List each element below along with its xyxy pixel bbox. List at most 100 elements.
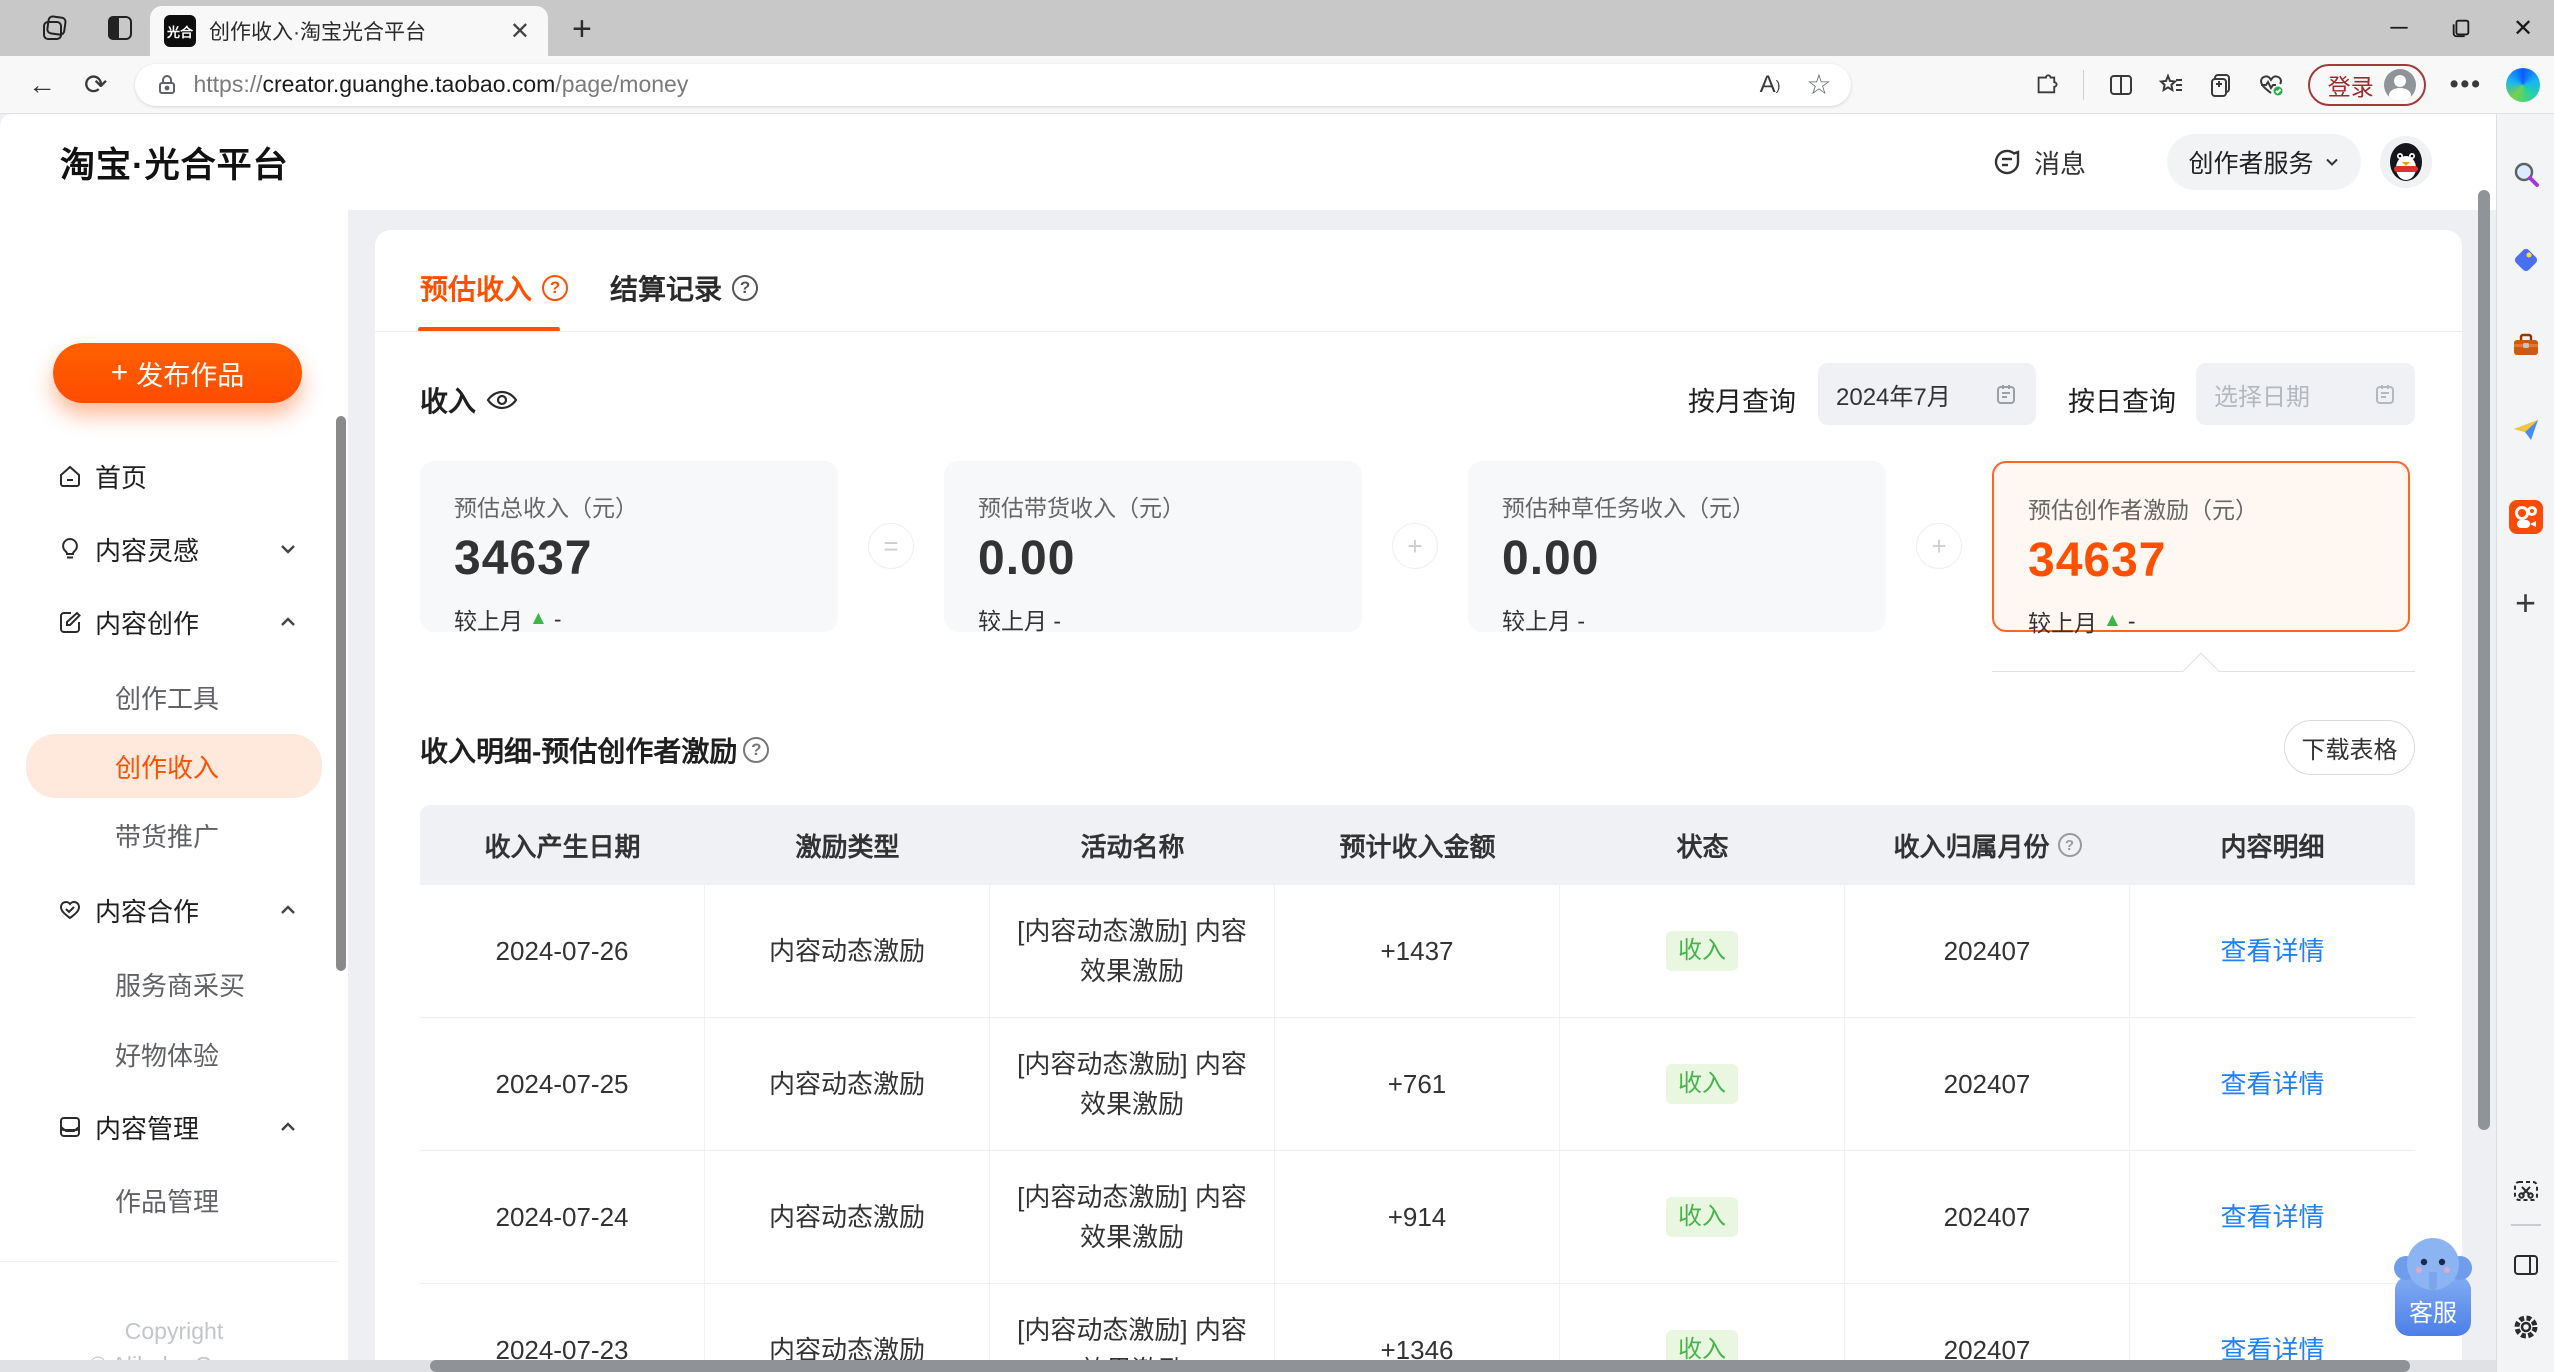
tab-settlement-label: 结算记录 [610,274,723,305]
cell-date: 2024-07-23 [420,1284,705,1372]
compare-label: 较上月 [454,608,523,634]
cell-type: 内容动态激励 [705,1018,990,1150]
cell-status: 收入 [1560,1018,1845,1150]
col-header-month: 收入归属月份? [1845,805,2130,885]
view-detail-link[interactable]: 查看详情 [2220,1064,2324,1104]
col-header-status: 状态 [1676,831,1729,862]
plus-icon: + [110,356,129,389]
income-panel: 预估收入 ? 结算记录 ? 收入 按月查询 2024年7月 按日查询 选择日期 [375,230,2462,1372]
card-title: 预估种草任务收入（元） [1502,495,1755,521]
read-aloud-icon[interactable]: A) [1760,71,1781,99]
address-bar[interactable]: https://creator.guanghe.taobao.com/page/… [135,63,1852,106]
card-creator-incentive[interactable]: 预估创作者激励（元） 34637 较上月 ▲ - [1992,461,2410,636]
help-icon[interactable]: ? [2057,833,2082,857]
site-header: 淘宝·光合平台 消息 创作者服务 [0,114,2496,210]
favorite-star-icon[interactable]: ☆ [1806,68,1831,101]
calendar-icon [2373,382,2397,406]
creator-service-menu[interactable]: 创作者服务 [2167,134,2361,190]
rail-shopping-icon[interactable] [2511,245,2541,275]
page-vertical-scrollbar[interactable] [2478,190,2490,1130]
window-minimize-button[interactable]: ─ [2368,0,2430,56]
card-value: 34637 [454,532,593,585]
sidebar-item-creation[interactable]: 内容创作 [0,590,348,654]
tab-estimated-income[interactable]: 预估收入 ? [420,268,569,308]
customer-service-button[interactable]: 客服 [2392,1232,2474,1338]
compare-label: 较上月 [2028,610,2097,636]
help-icon[interactable]: ? [743,737,770,763]
sidebar-item-management[interactable]: 内容管理 [0,1095,348,1159]
day-query-label: 按日查询 [2068,387,2176,417]
workspaces-icon[interactable] [40,13,70,43]
sidebar-item-cooperation[interactable]: 内容合作 [0,878,348,942]
browser-login-button[interactable]: 登录 [2307,63,2426,106]
help-icon[interactable]: ? [542,275,569,301]
eye-icon[interactable] [486,388,518,412]
back-button[interactable]: ← [14,69,70,101]
rail-panel-icon[interactable] [2511,1250,2541,1280]
refresh-button[interactable]: ⟳ [70,68,121,101]
view-detail-link[interactable]: 查看详情 [2220,1197,2324,1237]
cell-type: 内容动态激励 [705,1284,990,1372]
extensions-icon[interactable] [2033,72,2059,98]
rail-drop-icon[interactable] [2511,415,2541,445]
sidebar-item-inspiration[interactable]: 内容灵感 [0,517,348,581]
page-horizontal-scrollbar[interactable] [430,1360,2410,1372]
sidebar-item-creation-tools[interactable]: 创作工具 [0,665,348,729]
copilot-icon[interactable] [2506,67,2540,102]
tabs-divider [375,331,2462,332]
sidebar-item-promotion[interactable]: 带货推广 [0,803,348,867]
help-icon[interactable]: ? [732,275,759,301]
browser-essentials-icon[interactable] [2258,72,2284,98]
rail-capture-icon[interactable] [2511,1176,2541,1206]
rail-toolbox-icon[interactable] [2511,330,2541,360]
rail-kuaishou-icon[interactable] [2508,500,2543,534]
sidebar-label-creation-income: 创作收入 [115,752,220,783]
split-screen-icon[interactable] [2108,72,2134,98]
table-row: 2024-07-24 内容动态激励 [内容动态激励] 内容效果激励 +914 收… [420,1151,2415,1284]
user-avatar[interactable] [2380,136,2432,188]
favorites-list-icon[interactable] [2158,72,2184,98]
sidebar-item-works-management[interactable]: 作品管理 [0,1168,348,1232]
month-picker[interactable]: 2024年7月 [1818,363,2036,425]
download-table-button[interactable]: 下载表格 [2284,720,2415,775]
lightbulb-icon [57,536,83,562]
sidebar-item-home[interactable]: 首页 [0,444,348,508]
income-table: 收入产生日期 激励类型 活动名称 预计收入金额 状态 收入归属月份? 内容明细 … [420,805,2415,1372]
cell-status: 收入 [1560,1151,1845,1283]
up-arrow-icon: ▲ [529,608,548,629]
site-logo[interactable]: 淘宝·光合平台 [60,114,289,210]
settings-more-icon[interactable]: ••• [2450,70,2482,99]
rail-search-icon[interactable] [2511,160,2541,190]
tab-actions-icon[interactable] [105,13,135,43]
rail-settings-gear-icon[interactable] [2511,1312,2541,1342]
collections-icon[interactable] [2208,72,2234,98]
compare-delta: - [553,605,562,632]
cell-activity: [内容动态激励] 内容效果激励 [990,1284,1275,1372]
publish-work-button[interactable]: + 发布作品 [53,343,302,403]
sidebar-label-works-management: 作品管理 [115,1186,220,1217]
messages-button[interactable]: 消息 [1992,114,2086,210]
day-picker[interactable]: 选择日期 [2196,363,2415,425]
sidebar-scrollbar[interactable] [336,416,346,971]
profile-icon [2383,68,2416,101]
home-icon [57,463,83,489]
cell-date: 2024-07-26 [420,885,705,1017]
window-maximize-button[interactable] [2430,0,2492,56]
detail-section-heading: 收入明细-预估创作者激励 ? [420,730,770,770]
rail-add-icon[interactable]: + [2515,582,2536,624]
card-value: 0.00 [978,532,1076,585]
new-tab-button[interactable]: + [572,10,592,49]
tab-close-icon[interactable]: ✕ [506,17,534,46]
view-detail-link[interactable]: 查看详情 [2220,931,2324,971]
browser-tab[interactable]: 光合 创作收入·淘宝光合平台 ✕ [150,6,548,56]
col-header-date: 收入产生日期 [484,831,641,862]
window-close-button[interactable]: ✕ [2492,0,2554,56]
sidebar-item-goods-experience[interactable]: 好物体验 [0,1022,348,1086]
sidebar-item-creation-income[interactable]: 创作收入 [26,734,322,798]
sidebar-item-service-purchase[interactable]: 服务商采买 [0,952,348,1016]
table-header-row: 收入产生日期 激励类型 活动名称 预计收入金额 状态 收入归属月份? 内容明细 [420,805,2415,885]
tab-settlement-record[interactable]: 结算记录 ? [610,268,759,308]
browser-navbar: ← ⟳ https://creator.guanghe.taobao.com/p… [0,56,2554,114]
app-sidebar: + 发布作品 首页 内容灵感 内容创作 创作工具 创作收入 带货推广 内容合作 … [0,210,348,1372]
compare-delta: - [2127,607,2136,634]
